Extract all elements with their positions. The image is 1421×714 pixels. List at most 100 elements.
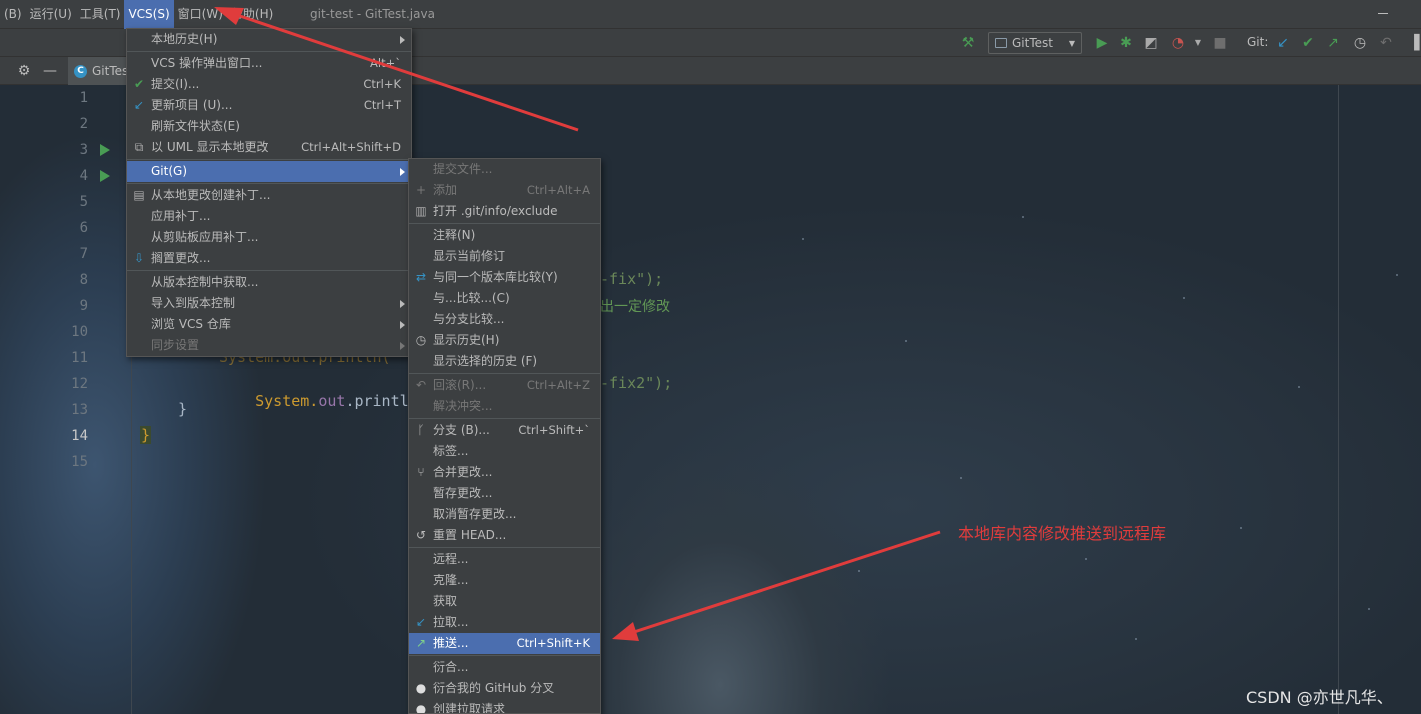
vcs-menu-apply-patch[interactable]: 应用补丁...: [127, 206, 411, 227]
vcs-menu-apply-patch-clipboard[interactable]: 从剪贴板应用补丁...: [127, 227, 411, 248]
git-menu-reset-head[interactable]: ↺ 重置 HEAD...: [409, 525, 600, 546]
vcs-menu-git[interactable]: Git(G): [127, 161, 411, 182]
star: [858, 570, 860, 572]
run-icon[interactable]: ▶: [1094, 35, 1110, 51]
git-menu-add[interactable]: + 添加 Ctrl+Alt+A: [409, 180, 600, 201]
chevron-down-icon[interactable]: ▼: [1190, 35, 1206, 51]
window-title: git-test - GitTest.java: [310, 7, 435, 21]
gear-icon[interactable]: ⚙: [16, 63, 32, 79]
git-menu-unstash[interactable]: 取消暂存更改...: [409, 504, 600, 525]
menu-item-label: 暂存更改...: [433, 486, 493, 500]
git-menu-commit-file[interactable]: 提交文件...: [409, 159, 600, 180]
vcs-menu-import[interactable]: 导入到版本控制: [127, 293, 411, 314]
annotation-label: 本地库内容修改推送到远程库: [958, 524, 1167, 543]
minimize-panel-icon[interactable]: —: [42, 63, 58, 79]
vcs-menu-update-project[interactable]: ↙ 更新项目 (U)... Ctrl+T: [127, 95, 411, 116]
git-menu-show-history[interactable]: ◷ 显示历史(H): [409, 330, 600, 351]
vcs-menu-sync-settings[interactable]: 同步设置: [127, 335, 411, 356]
separator: [409, 547, 600, 548]
git-menu-clone[interactable]: 克隆...: [409, 570, 600, 591]
uml-icon: ⧉: [134, 140, 144, 154]
menu-item-label: 显示历史(H): [433, 333, 500, 347]
code-line-8: -fix");: [600, 270, 664, 288]
git-menu-compare-with[interactable]: 与...比较...(C): [409, 288, 600, 309]
github-icon: ●: [415, 681, 427, 695]
commit-check-icon[interactable]: ✔: [1300, 35, 1316, 51]
menu-build[interactable]: (B): [0, 0, 26, 29]
vcs-menu-local-history[interactable]: 本地历史(H): [127, 29, 411, 50]
git-menu-push[interactable]: ↗ 推送... Ctrl+Shift+K: [409, 633, 600, 654]
vcs-menu-operations-popup[interactable]: VCS 操作弹出窗口... Alt+`: [127, 53, 411, 74]
menu-tools[interactable]: 工具(T): [76, 0, 125, 29]
build-hammer-icon[interactable]: ⚒: [960, 35, 976, 51]
git-menu-fetch[interactable]: 获取: [409, 591, 600, 612]
run-config-select[interactable]: GitTest ▼: [988, 32, 1082, 54]
layout-icon[interactable]: ▐: [1406, 35, 1421, 51]
update-project-icon[interactable]: ↙: [1275, 35, 1291, 51]
star: [1396, 274, 1398, 276]
vcs-menu-browse-repo[interactable]: 浏览 VCS 仓库: [127, 314, 411, 335]
git-menu-pull[interactable]: ↙ 拉取...: [409, 612, 600, 633]
menu-vcs[interactable]: VCS(S): [124, 0, 174, 29]
clock-icon: ◷: [415, 333, 427, 347]
menu-item-label: 刷新文件状态(E): [151, 119, 240, 133]
git-menu-resolve-conflicts[interactable]: 解决冲突...: [409, 396, 600, 417]
profile-icon[interactable]: ◔: [1170, 35, 1186, 51]
menu-item-label: VCS 操作弹出窗口...: [151, 56, 263, 70]
menu-item-label: 克隆...: [433, 573, 469, 587]
menu-item-label: 从本地更改创建补丁...: [151, 188, 271, 202]
git-menu-compare-branch[interactable]: 与分支比较...: [409, 309, 600, 330]
rollback-icon[interactable]: ↶: [1378, 35, 1394, 51]
menu-window[interactable]: 窗口(W): [174, 0, 227, 29]
debug-icon[interactable]: ✱: [1118, 35, 1134, 51]
menu-item-label: 衍合我的 GitHub 分叉: [433, 681, 555, 695]
git-menu-compare-same-repo[interactable]: ⇄ 与同一个版本库比较(Y): [409, 267, 600, 288]
line-number: 13: [71, 402, 88, 418]
git-menu-annotate[interactable]: 注释(N): [409, 225, 600, 246]
git-menu-create-pull-request[interactable]: ● 创建拉取请求: [409, 699, 600, 713]
git-menu-show-current-revision[interactable]: 显示当前修订: [409, 246, 600, 267]
vcs-menu-commit[interactable]: ✔ 提交(I)... Ctrl+K: [127, 74, 411, 95]
vcs-menu-shelve[interactable]: ⇩ 搁置更改...: [127, 248, 411, 269]
menu-item-label: 提交文件...: [433, 162, 493, 176]
run-class-marker-icon[interactable]: [100, 144, 110, 156]
menu-item-label: 与分支比较...: [433, 312, 505, 326]
separator: [409, 373, 600, 374]
git-menu-rebase[interactable]: 衍合...: [409, 657, 600, 678]
git-menu-remotes[interactable]: 远程...: [409, 549, 600, 570]
vcs-menu-refresh-status[interactable]: 刷新文件状态(E): [127, 116, 411, 137]
git-menu-merge[interactable]: ⑂ 合并更改...: [409, 462, 600, 483]
git-menu-stash[interactable]: 暂存更改...: [409, 483, 600, 504]
vcs-menu-create-patch[interactable]: ▤ 从本地更改创建补丁...: [127, 185, 411, 206]
right-margin-guide: [1338, 85, 1339, 714]
vcs-menu-uml-changes[interactable]: ⧉ 以 UML 显示本地更改 Ctrl+Alt+Shift+D: [127, 137, 411, 158]
git-menu-open-exclude[interactable]: ▥ 打开 .git/info/exclude: [409, 201, 600, 222]
menu-run[interactable]: 运行(U): [26, 0, 76, 29]
git-menu-rollback[interactable]: ↶ 回滚(R)... Ctrl+Alt+Z: [409, 375, 600, 396]
git-menu-show-selection-history[interactable]: 显示选择的历史 (F): [409, 351, 600, 372]
git-menu-rebase-github-fork[interactable]: ● 衍合我的 GitHub 分叉: [409, 678, 600, 699]
shortcut: Ctrl+Alt+Z: [526, 378, 590, 392]
history-clock-icon[interactable]: ◷: [1352, 35, 1368, 51]
menu-item-label: 从剪贴板应用补丁...: [151, 230, 259, 244]
shortcut: Alt+`: [370, 56, 401, 70]
minimize-button[interactable]: [1375, 6, 1391, 22]
config-icon: [995, 38, 1007, 48]
push-arrow-icon[interactable]: ↗: [1325, 35, 1341, 51]
menu-item-label: 应用补丁...: [151, 209, 211, 223]
vcs-menu-get-from-vcs[interactable]: 从版本控制中获取...: [127, 272, 411, 293]
stop-icon[interactable]: ■: [1212, 35, 1228, 51]
menu-bar: (B) 运行(U) 工具(T) VCS(S) 窗口(W) 帮助(H) git-t…: [0, 0, 1421, 29]
git-menu-branches[interactable]: ᚴ 分支 (B)... Ctrl+Shift+`: [409, 420, 600, 441]
code-line-12: System.out.println(: [219, 374, 427, 428]
shortcut: Ctrl+Shift+K: [516, 636, 590, 650]
menu-item-label: 解决冲突...: [433, 399, 493, 413]
vcs-menu: 本地历史(H) VCS 操作弹出窗口... Alt+` ✔ 提交(I)... Ctrl…: [126, 28, 412, 357]
menu-help[interactable]: 帮助(H): [227, 0, 277, 29]
submenu-arrow-icon: [400, 300, 405, 308]
menu-item-label: 更新项目 (U)...: [151, 98, 233, 112]
git-menu-tag[interactable]: 标签...: [409, 441, 600, 462]
star: [1135, 638, 1137, 640]
run-main-marker-icon[interactable]: [100, 170, 110, 182]
coverage-icon[interactable]: ◩: [1143, 35, 1159, 51]
